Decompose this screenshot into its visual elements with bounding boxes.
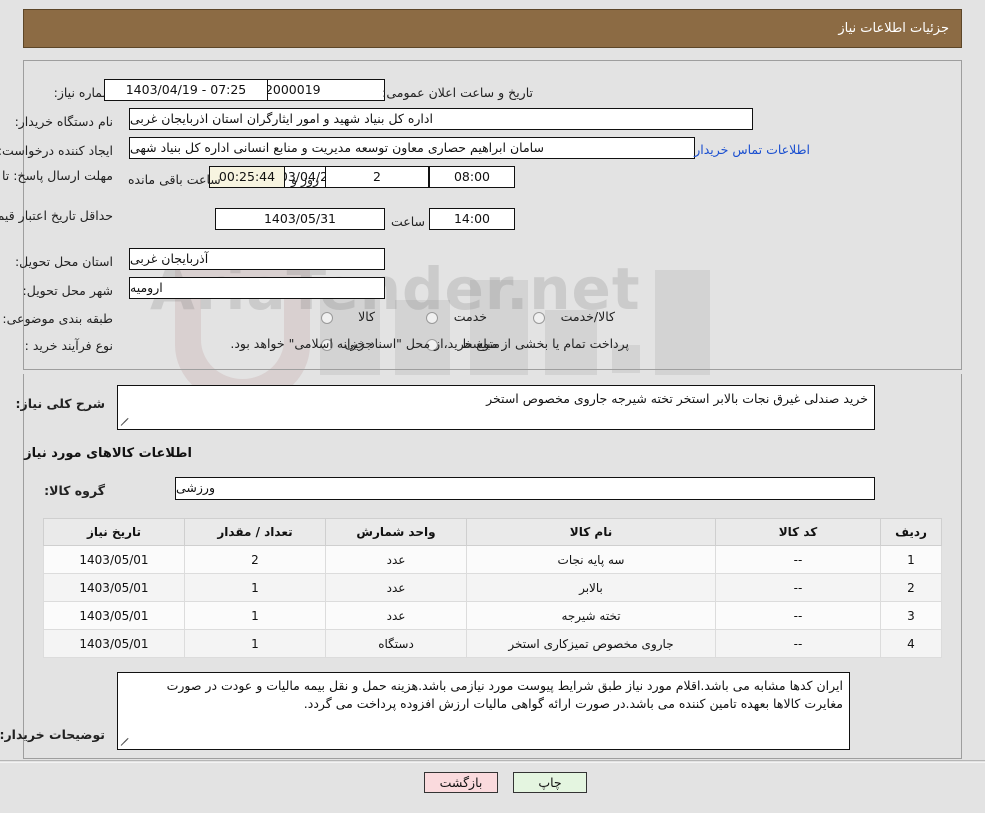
general-desc-textarea[interactable]: خرید صندلی غیرق نجات بالابر استخر تخته ش…	[117, 385, 875, 430]
cell-row: 2	[880, 573, 942, 602]
col-unit: واحد شمارش	[325, 518, 467, 546]
goods-table-body: 1 -- سه پایه نجات عدد 2 1403/05/01 2 -- …	[43, 545, 942, 658]
cell-code: --	[715, 629, 881, 658]
payment-note: پرداخت تمام یا بخشی از مبلغ خرید،از محل …	[230, 336, 629, 351]
buyer-notes-textarea[interactable]: ایران کدها مشابه می باشد.اقلام مورد نیاز…	[117, 672, 850, 750]
goods-group-label: گروه کالا:	[44, 483, 105, 498]
page-root: AriaTender.net جزئیات اطلاعات نیاز شماره…	[0, 0, 985, 813]
radio-category-kala-label: کالا	[358, 309, 375, 324]
city-label: شهر محل تحویل:	[22, 283, 113, 298]
cell-unit: عدد	[325, 573, 467, 602]
goods-group-value[interactable]: ورزشی	[175, 477, 875, 500]
buyer-notes-value: ایران کدها مشابه می باشد.اقلام مورد نیاز…	[166, 678, 843, 712]
table-row: 3 -- تخته شیرجه عدد 1 1403/05/01	[43, 601, 942, 630]
col-code: کد کالا	[715, 518, 881, 546]
cell-name: تخته شیرجه	[466, 601, 716, 630]
table-row: 1 -- سه پایه نجات عدد 2 1403/05/01	[43, 545, 942, 574]
cell-unit: عدد	[325, 601, 467, 630]
price-valid-date[interactable]: 1403/05/31	[215, 208, 385, 230]
category-label: طبقه بندی موضوعی:	[2, 311, 113, 326]
footer-divider	[0, 760, 985, 761]
general-desc-label: شرح کلی نیاز:	[15, 396, 105, 411]
price-valid-hour-label: ساعت	[390, 214, 425, 229]
buyer-contact-link[interactable]: اطلاعات تماس خریدار	[694, 142, 810, 157]
back-button[interactable]: بازگشت	[424, 772, 498, 793]
general-desc-value: خرید صندلی غیرق نجات بالابر استخر تخته ش…	[486, 391, 868, 406]
cell-row: 1	[880, 545, 942, 574]
cell-qty: 1	[184, 601, 326, 630]
cell-qty: 2	[184, 545, 326, 574]
page-title: جزئیات اطلاعات نیاز	[838, 21, 949, 36]
remaining-days-label: روز و	[291, 172, 320, 187]
cell-date: 1403/05/01	[43, 573, 185, 602]
cell-qty: 1	[184, 629, 326, 658]
col-row: ردیف	[880, 518, 942, 546]
cell-name: سه پایه نجات	[466, 545, 716, 574]
creator-value[interactable]: سامان ابراهیم حصاری معاون توسعه مدیریت و…	[129, 137, 695, 159]
goods-table-wrap: ردیف کد کالا نام کالا واحد شمارش تعداد /…	[43, 518, 942, 658]
province-label: استان محل تحویل:	[14, 254, 113, 269]
resize-grip-icon[interactable]	[121, 417, 131, 427]
print-button[interactable]: چاپ	[513, 772, 587, 793]
deadline-hour[interactable]: 08:00	[429, 166, 515, 188]
cell-name: بالابر	[466, 573, 716, 602]
announce-value[interactable]: 1403/04/19 - 07:25	[104, 79, 268, 101]
province-value[interactable]: آذربایجان غربی	[129, 248, 385, 270]
radio-category-khedmat[interactable]	[426, 312, 438, 324]
remaining-days: 2	[325, 166, 429, 188]
goods-section-title: اطلاعات کالاهای مورد نیاز	[24, 446, 192, 461]
cell-code: --	[715, 573, 881, 602]
cell-code: --	[715, 601, 881, 630]
radio-category-khedmat-label: خدمت	[453, 309, 487, 324]
process-label: نوع فرآیند خرید :	[24, 338, 113, 353]
buyer-org-value[interactable]: اداره کل بنیاد شهید و امور ایثارگران است…	[129, 108, 753, 130]
table-row: 2 -- بالابر عدد 1 1403/05/01	[43, 573, 942, 602]
footer-divider-highlight	[0, 762, 985, 763]
radio-category-kala[interactable]	[321, 312, 333, 324]
col-qty: تعداد / مقدار	[184, 518, 326, 546]
remaining-time-label: ساعت باقی مانده	[128, 172, 221, 187]
cell-qty: 1	[184, 573, 326, 602]
radio-category-kala-khedmat[interactable]	[533, 312, 545, 324]
deadline-label: مهلت ارسال پاسخ: تا تاریخ:	[0, 168, 113, 183]
cell-date: 1403/05/01	[43, 601, 185, 630]
cell-date: 1403/05/01	[43, 545, 185, 574]
cell-name: جاروی مخصوص تمیزکاری استخر	[466, 629, 716, 658]
announce-label: تاریخ و ساعت اعلان عمومی:	[382, 85, 533, 100]
col-date: تاریخ نیاز	[43, 518, 185, 546]
table-header-row: ردیف کد کالا نام کالا واحد شمارش تعداد /…	[43, 518, 942, 546]
cell-date: 1403/05/01	[43, 629, 185, 658]
col-name: نام کالا	[466, 518, 716, 546]
page-header: جزئیات اطلاعات نیاز	[23, 9, 962, 48]
goods-table: ردیف کد کالا نام کالا واحد شمارش تعداد /…	[43, 518, 942, 658]
cell-row: 3	[880, 601, 942, 630]
resize-grip-icon[interactable]	[121, 737, 131, 747]
city-value[interactable]: ارومیه	[129, 277, 385, 299]
table-row: 4 -- جاروی مخصوص تمیزکاری استخر دستگاه 1…	[43, 629, 942, 658]
buyer-org-label: نام دستگاه خریدار:	[14, 114, 113, 129]
price-valid-hour[interactable]: 14:00	[429, 208, 515, 230]
cell-row: 4	[880, 629, 942, 658]
creator-label: ایجاد کننده درخواست:	[0, 143, 113, 158]
buyer-notes-label: توضیحات خریدار:	[0, 727, 105, 742]
cell-unit: دستگاه	[325, 629, 467, 658]
cell-code: --	[715, 545, 881, 574]
cell-unit: عدد	[325, 545, 467, 574]
radio-category-kala-khedmat-label: کالا/خدمت	[560, 309, 615, 324]
price-valid-label: حداقل تاریخ اعتبار قیمت: تا تاریخ:	[0, 208, 113, 223]
